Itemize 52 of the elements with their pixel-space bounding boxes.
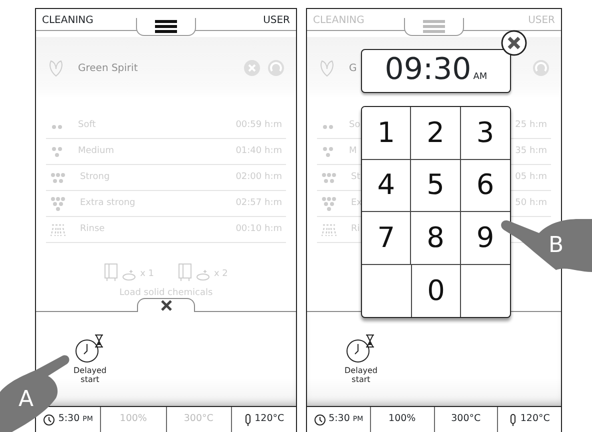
keypad-key[interactable]: 0 — [411, 264, 461, 317]
delayed-start-button[interactable]: Delayed start — [70, 334, 110, 385]
probe-icon — [244, 414, 252, 426]
dishwasher-icon — [104, 263, 118, 282]
keypad-key[interactable]: 7 — [362, 212, 412, 264]
keypad-key[interactable]: 6 — [460, 160, 510, 212]
keypad-key[interactable]: 3 — [460, 107, 510, 160]
clock-icon — [43, 414, 56, 426]
status-item: 300°C — [166, 407, 231, 432]
shower-icon — [50, 222, 66, 236]
status-item: 120°C — [230, 407, 296, 432]
cleaning-label[interactable]: CLEANING — [42, 13, 94, 30]
drops-icon — [321, 196, 337, 212]
program-name: Green Spirit — [78, 62, 138, 76]
status-item: 300°C — [434, 407, 498, 432]
pointer-letter: B — [548, 233, 564, 258]
drops-icon — [50, 196, 66, 212]
status-item: 120°C — [497, 407, 561, 432]
tablet-icon — [196, 269, 210, 282]
shower-icon — [321, 222, 337, 236]
tablet-icon — [122, 269, 136, 282]
start-icon[interactable] — [533, 60, 549, 76]
keypad-key[interactable]: 8 — [411, 212, 461, 264]
pointer-letter: A — [18, 387, 34, 412]
drops-icon — [50, 172, 66, 184]
menu-tab[interactable] — [136, 18, 196, 36]
time-display: 09:30 AM — [361, 49, 511, 93]
program-name: G — [349, 62, 357, 76]
keypad-key[interactable]: 2 — [411, 107, 461, 160]
timer-icon — [346, 334, 376, 364]
drops-icon — [50, 146, 64, 158]
clock-icon — [314, 414, 326, 426]
leaf-icon — [48, 59, 64, 77]
close-tab[interactable] — [137, 298, 195, 312]
keypad-key[interactable]: 5 — [411, 160, 461, 212]
close-icon[interactable] — [501, 30, 527, 56]
leaf-icon — [319, 59, 335, 77]
close-icon[interactable] — [160, 300, 172, 311]
timer-icon — [75, 334, 105, 364]
keypad-key[interactable]: 4 — [362, 160, 412, 212]
keypad-key[interactable]: 1 — [362, 107, 412, 160]
drops-icon — [321, 172, 337, 184]
user-label[interactable]: USER — [263, 13, 290, 30]
menu-icon[interactable] — [155, 19, 177, 33]
delayed-start-button[interactable]: Delayed start — [341, 334, 381, 385]
drops-icon — [321, 146, 335, 158]
dishwasher-icon — [178, 263, 192, 282]
probe-icon — [509, 414, 518, 426]
keypad-key[interactable]: 9 — [460, 212, 510, 264]
status-item: 100% — [370, 407, 434, 432]
start-icon[interactable] — [268, 60, 284, 76]
status-item: 100% — [100, 407, 166, 432]
